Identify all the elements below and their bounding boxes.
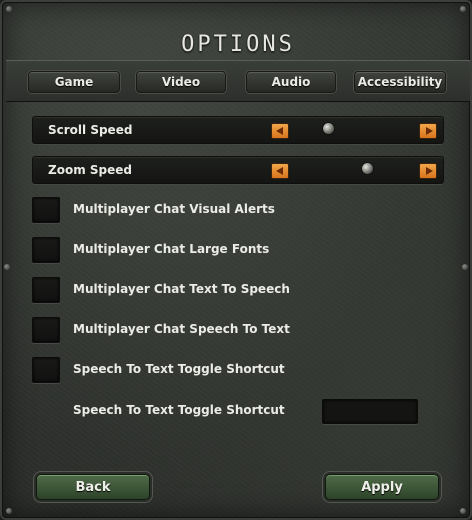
large-fonts-checkbox[interactable] — [32, 237, 60, 263]
tab-bar: Game Video Audio Accessibility — [6, 60, 470, 102]
rivet-icon — [6, 508, 12, 514]
toggle-shortcut-label: Speech To Text Toggle Shortcut — [73, 362, 285, 376]
option-toggle-shortcut: Speech To Text Toggle Shortcut — [32, 357, 444, 383]
visual-alerts-label: Multiplayer Chat Visual Alerts — [73, 202, 275, 216]
rivet-icon — [462, 264, 468, 270]
speech-to-text-label: Multiplayer Chat Speech To Text — [73, 322, 290, 336]
option-visual-alerts: Multiplayer Chat Visual Alerts — [32, 197, 444, 223]
tab-game[interactable]: Game — [28, 71, 120, 93]
option-text-to-speech: Multiplayer Chat Text To Speech — [32, 277, 444, 303]
text-to-speech-checkbox[interactable] — [32, 277, 60, 303]
rivet-icon — [4, 264, 10, 270]
scroll-speed-label: Scroll Speed — [48, 123, 133, 137]
shortcut-binding-label: Speech To Text Toggle Shortcut — [73, 403, 285, 417]
tab-video[interactable]: Video — [136, 71, 226, 93]
tab-accessibility[interactable]: Accessibility — [354, 71, 446, 93]
scroll-speed-decrease-button[interactable] — [271, 123, 289, 139]
scroll-speed-slider[interactable]: Scroll Speed — [32, 116, 444, 144]
scroll-speed-increase-button[interactable] — [419, 123, 437, 139]
arrow-left-icon — [276, 127, 283, 135]
option-speech-to-text: Multiplayer Chat Speech To Text — [32, 317, 444, 343]
arrow-right-icon — [426, 127, 433, 135]
arrow-right-icon — [426, 167, 433, 175]
zoom-speed-increase-button[interactable] — [419, 163, 437, 179]
options-window: Options Game Video Audio Accessibility S… — [0, 0, 472, 520]
large-fonts-label: Multiplayer Chat Large Fonts — [73, 242, 270, 256]
rivet-icon — [6, 6, 12, 12]
zoom-speed-label: Zoom Speed — [48, 163, 132, 177]
zoom-speed-decrease-button[interactable] — [271, 163, 289, 179]
zoom-speed-knob[interactable] — [360, 162, 374, 175]
option-large-fonts: Multiplayer Chat Large Fonts — [32, 237, 444, 263]
back-button[interactable]: Back — [36, 474, 150, 500]
arrow-left-icon — [276, 167, 283, 175]
toggle-shortcut-checkbox[interactable] — [32, 357, 60, 383]
tab-audio[interactable]: Audio — [246, 71, 336, 93]
window-title: Options — [181, 32, 295, 57]
text-to-speech-label: Multiplayer Chat Text To Speech — [73, 282, 290, 296]
rivet-icon — [460, 6, 466, 12]
scroll-speed-knob[interactable] — [322, 122, 336, 135]
apply-button[interactable]: Apply — [325, 474, 439, 500]
rivet-icon — [460, 508, 466, 514]
speech-to-text-checkbox[interactable] — [32, 317, 60, 343]
zoom-speed-slider[interactable]: Zoom Speed — [32, 156, 444, 184]
shortcut-key-field[interactable] — [322, 399, 418, 424]
visual-alerts-checkbox[interactable] — [32, 197, 60, 223]
